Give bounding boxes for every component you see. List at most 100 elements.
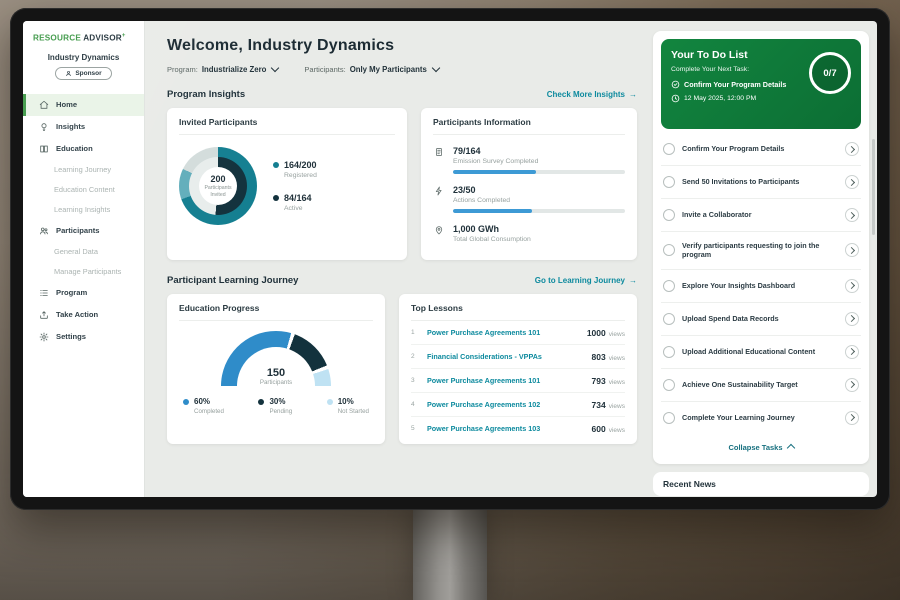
check-more-insights-link[interactable]: Check More Insights → <box>547 90 637 99</box>
task-label: Upload Additional Educational Content <box>682 347 838 356</box>
chevron-right-icon <box>848 145 855 152</box>
person-icon <box>65 70 72 77</box>
gear-icon <box>38 332 49 342</box>
education-progress-card: Education Progress 150 Participants <box>167 294 385 444</box>
task-checkbox[interactable] <box>663 379 675 391</box>
logo-advisor: ADVISOR <box>83 34 122 43</box>
task-row-upload-spend-data[interactable]: Upload Spend Data Records <box>661 303 861 336</box>
sidebar-item-settings[interactable]: Settings <box>23 326 144 348</box>
task-chevron-button[interactable] <box>845 345 859 359</box>
chevron-right-icon <box>848 381 855 388</box>
task-checkbox[interactable] <box>663 209 675 221</box>
task-checkbox[interactable] <box>663 346 675 358</box>
sidebar-item-learning-insights[interactable]: Learning Insights <box>23 200 144 220</box>
sidebar-item-learning-journey[interactable]: Learning Journey <box>23 160 144 180</box>
app-logo: RESOURCE ADVISOR+ <box>23 33 144 43</box>
lesson-link[interactable]: Power Purchase Agreements 103 <box>427 424 584 433</box>
sidebar-item-participants[interactable]: Participants <box>23 220 144 242</box>
chevron-right-icon <box>848 414 855 421</box>
task-label: Confirm Your Program Details <box>682 144 838 153</box>
task-chevron-button[interactable] <box>845 378 859 392</box>
sidebar-item-label: General Data <box>54 247 98 256</box>
task-row-invite-collaborator[interactable]: Invite a Collaborator <box>661 199 861 232</box>
task-row-achieve-target[interactable]: Achieve One Sustainability Target <box>661 369 861 402</box>
todo-due-date: 12 May 2025, 12:00 PM <box>684 95 756 102</box>
legend-completed: 60% Completed <box>183 397 224 415</box>
legend-registered: 164/200 Registered <box>273 160 317 179</box>
lesson-link[interactable]: Power Purchase Agreements 101 <box>427 328 579 337</box>
todo-title: Your To Do List <box>671 49 799 61</box>
sidebar-item-manage-participants[interactable]: Manage Participants <box>23 262 144 282</box>
sidebar-item-program[interactable]: Program <box>23 282 144 304</box>
chevron-down-icon <box>432 64 440 72</box>
sidebar-item-insights[interactable]: Insights <box>23 116 144 138</box>
participants-filter[interactable]: Participants: Only My Participants <box>304 65 438 74</box>
donut-inner-ring: 200 Participants Invited <box>189 157 247 215</box>
invited-donut-chart: 200 Participants Invited <box>179 147 257 225</box>
task-chevron-button[interactable] <box>845 312 859 326</box>
task-chevron-button[interactable] <box>845 279 859 293</box>
task-checkbox[interactable] <box>663 280 675 292</box>
progress-fill <box>453 170 536 174</box>
task-chevron-button[interactable] <box>845 208 859 222</box>
sidebar-item-take-action[interactable]: Take Action <box>23 304 144 326</box>
task-row-confirm-program[interactable]: Confirm Your Program Details <box>661 133 861 166</box>
lesson-views-label: views <box>609 403 625 410</box>
sidebar-item-general-data[interactable]: General Data <box>23 242 144 262</box>
legend-label: Active <box>284 205 312 212</box>
task-row-complete-learning-journey[interactable]: Complete Your Learning Journey <box>661 402 861 434</box>
sidebar-item-label: Education <box>56 144 93 153</box>
lesson-link[interactable]: Financial Considerations - VPPAs <box>427 352 584 361</box>
task-checkbox[interactable] <box>663 143 675 155</box>
task-checkbox[interactable] <box>663 313 675 325</box>
task-chevron-button[interactable] <box>845 243 859 257</box>
progress-fill <box>453 209 532 213</box>
program-filter-label: Program: <box>167 65 198 74</box>
monitor-bezel: RESOURCE ADVISOR+ Industry Dynamics Spon… <box>10 8 890 510</box>
task-checkbox[interactable] <box>663 176 675 188</box>
task-row-explore-insights[interactable]: Explore Your Insights Dashboard <box>661 270 861 303</box>
program-filter[interactable]: Program: Industrialize Zero <box>167 65 278 74</box>
lesson-index: 5 <box>411 425 419 432</box>
actions-progress-bar <box>453 209 625 213</box>
legend-not-started: 10% Not Started <box>327 397 369 415</box>
legend-value: 10% <box>338 397 369 406</box>
task-checkbox[interactable] <box>663 412 675 424</box>
collapse-tasks-button[interactable]: Collapse Tasks <box>661 434 861 456</box>
go-to-learning-journey-link[interactable]: Go to Learning Journey → <box>535 276 637 285</box>
info-row-survey: 79/164 Emission Survey Completed <box>433 146 625 174</box>
todo-panel: Your To Do List Complete Your Next Task:… <box>651 21 877 497</box>
info-value: 79/164 <box>453 146 625 156</box>
link-label: Go to Learning Journey <box>535 276 625 285</box>
legend-value: 30% <box>269 397 292 406</box>
sidebar-item-label: Settings <box>56 332 86 341</box>
task-row-send-invitations[interactable]: Send 50 Invitations to Participants <box>661 166 861 199</box>
task-label: Send 50 Invitations to Participants <box>682 177 838 186</box>
task-chevron-button[interactable] <box>845 142 859 156</box>
clock-icon <box>671 94 680 103</box>
sidebar-item-home[interactable]: Home <box>23 94 144 116</box>
task-list: Confirm Your Program Details Send 50 Inv… <box>661 133 861 434</box>
lesson-link[interactable]: Power Purchase Agreements 102 <box>427 400 584 409</box>
sidebar-item-education[interactable]: Education <box>23 138 144 160</box>
sponsor-badge: Sponsor <box>55 67 111 80</box>
participants-information-card: Participants Information 79/164 Emission… <box>421 108 637 260</box>
lesson-row: 3 Power Purchase Agreements 101 793views <box>411 369 625 393</box>
info-label: Total Global Consumption <box>453 236 625 243</box>
scrollbar-thumb[interactable] <box>872 139 875 235</box>
donut-center: 200 Participants Invited <box>199 167 237 205</box>
lesson-link[interactable]: Power Purchase Agreements 101 <box>427 376 584 385</box>
task-chevron-button[interactable] <box>845 411 859 425</box>
task-row-verify-participants[interactable]: Verify participants requesting to join t… <box>661 232 861 270</box>
bulb-icon <box>38 122 49 132</box>
legend-dot <box>183 399 189 405</box>
legend-dot <box>327 399 333 405</box>
top-lessons-card: Top Lessons 1 Power Purchase Agreements … <box>399 294 637 444</box>
recent-news-card[interactable]: Recent News <box>653 472 869 496</box>
task-row-upload-educational-content[interactable]: Upload Additional Educational Content <box>661 336 861 369</box>
task-checkbox[interactable] <box>663 244 675 256</box>
sidebar-item-education-content[interactable]: Education Content <box>23 180 144 200</box>
book-icon <box>38 144 49 154</box>
task-chevron-button[interactable] <box>845 175 859 189</box>
logo-plus: + <box>122 33 126 39</box>
